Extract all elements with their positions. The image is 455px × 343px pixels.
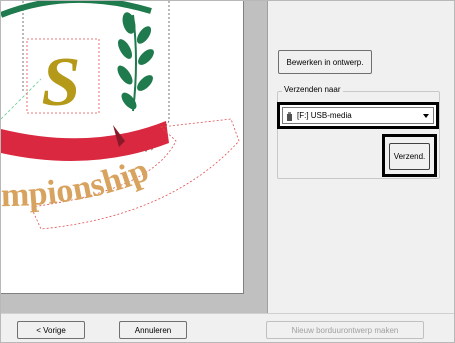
usb-drive-icon <box>287 112 292 121</box>
ribbon <box>1 121 169 161</box>
send-highlight: Verzend. <box>382 134 437 177</box>
monogram-letter: S <box>42 44 81 121</box>
send-to-label: Verzenden naar <box>282 85 343 94</box>
laurel-branch <box>117 12 154 112</box>
panel-divider <box>267 1 268 313</box>
send-button[interactable]: Verzend. <box>389 143 430 170</box>
preview-panel: S mpionship <box>1 1 267 313</box>
destination-select[interactable]: [F:] USB-media <box>282 107 434 124</box>
cancel-button[interactable]: Annuleren <box>119 321 187 339</box>
edit-in-design-button[interactable]: Bewerken in ontwerp. <box>278 50 372 74</box>
chevron-down-icon <box>423 113 429 118</box>
destination-highlight: [F:] USB-media <box>277 102 439 129</box>
dropdown-button[interactable] <box>419 108 433 123</box>
embroidery-preview: S mpionship <box>1 1 244 294</box>
back-button[interactable]: < Vorige <box>17 321 85 339</box>
destination-value: [F:] USB-media <box>297 111 352 120</box>
embroidery-design: S mpionship <box>1 1 240 230</box>
new-embroidery-design-button[interactable]: Nieuw borduurontwerp maken <box>266 321 424 339</box>
dialog-window: S mpionship Bewerken in ontwerp. Verzend… <box>0 0 455 343</box>
